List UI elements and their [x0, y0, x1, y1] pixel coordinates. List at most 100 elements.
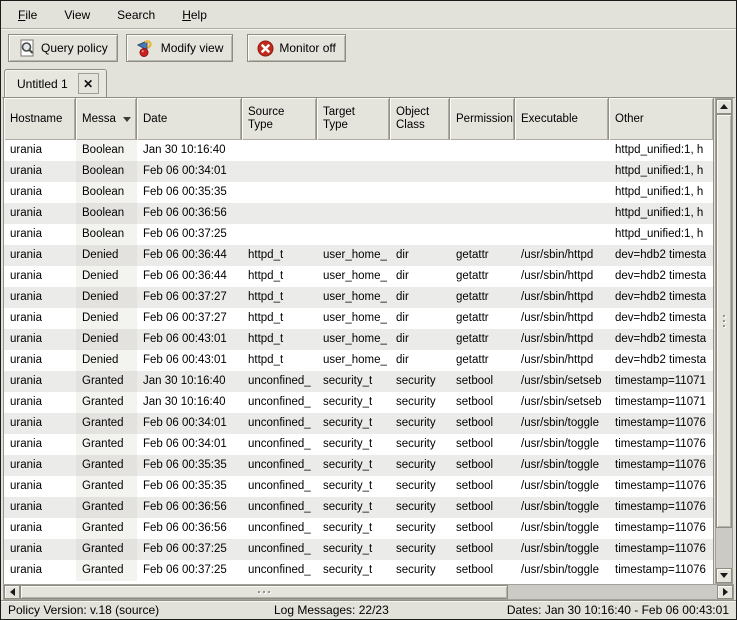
app-window: File View Search Help Query policy	[0, 0, 737, 620]
column-header-other[interactable]: Other	[609, 98, 713, 140]
cell-other: httpd_unified:1, h	[609, 140, 713, 161]
modify-view-button[interactable]: Modify view	[126, 34, 234, 62]
cell-executable: /usr/sbin/setseb	[515, 371, 609, 392]
cell-message: Granted	[76, 539, 137, 560]
policy-version-status: Policy Version: v.18 (source)	[8, 603, 159, 617]
column-header-source_type[interactable]: SourceType	[242, 98, 317, 140]
monitor-off-button[interactable]: Monitor off	[247, 34, 345, 62]
cell-permission: setbool	[450, 539, 515, 560]
cell-other: timestamp=11071	[609, 392, 713, 413]
horizontal-scroll-thumb[interactable]	[20, 585, 508, 599]
cell-message: Denied	[76, 245, 137, 266]
cell-date: Feb 06 00:35:35	[137, 476, 242, 497]
cell-object_class: security	[390, 413, 450, 434]
cell-permission: getattr	[450, 329, 515, 350]
cell-other: dev=hdb2 timesta	[609, 287, 713, 308]
table-row[interactable]: uraniaGrantedFeb 06 00:36:56unconfined_s…	[4, 497, 713, 518]
column-header-permission[interactable]: Permission	[450, 98, 515, 140]
table-row[interactable]: uraniaGrantedFeb 06 00:37:25unconfined_s…	[4, 539, 713, 560]
vertical-scrollbar[interactable]	[715, 98, 733, 584]
cell-source_type: unconfined_	[242, 371, 317, 392]
table-row[interactable]: uraniaGrantedFeb 06 00:37:25unconfined_s…	[4, 560, 713, 581]
table-row[interactable]: uraniaGrantedFeb 06 00:34:01unconfined_s…	[4, 434, 713, 455]
cell-object_class: security	[390, 371, 450, 392]
cell-other: timestamp=11076	[609, 434, 713, 455]
cell-permission: getattr	[450, 287, 515, 308]
table-row[interactable]: uraniaGrantedJan 30 10:16:40unconfined_s…	[4, 392, 713, 413]
cell-executable	[515, 224, 609, 245]
menu-help[interactable]: Help	[177, 6, 212, 24]
tab-untitled-1[interactable]: Untitled 1 ✕	[4, 69, 107, 97]
cell-other: timestamp=11076	[609, 560, 713, 581]
table-row[interactable]: uraniaDeniedFeb 06 00:37:27httpd_tuser_h…	[4, 287, 713, 308]
cell-date: Feb 06 00:37:25	[137, 539, 242, 560]
cell-source_type: unconfined_	[242, 476, 317, 497]
vertical-scroll-trough[interactable]	[716, 528, 732, 568]
cell-message: Granted	[76, 434, 137, 455]
table-row[interactable]: uraniaBooleanFeb 06 00:34:01httpd_unifie…	[4, 161, 713, 182]
table-row[interactable]: uraniaDeniedFeb 06 00:36:44httpd_tuser_h…	[4, 266, 713, 287]
scroll-right-button[interactable]	[717, 585, 733, 599]
cell-source_type: httpd_t	[242, 329, 317, 350]
cell-other: dev=hdb2 timesta	[609, 266, 713, 287]
sort-descending-icon	[123, 117, 131, 122]
cell-message: Granted	[76, 392, 137, 413]
table-row[interactable]: uraniaBooleanFeb 06 00:37:25httpd_unifie…	[4, 224, 713, 245]
cell-message: Boolean	[76, 224, 137, 245]
cell-target_type: security_t	[317, 560, 390, 581]
table-row[interactable]: uraniaBooleanFeb 06 00:35:35httpd_unifie…	[4, 182, 713, 203]
table-row[interactable]: uraniaDeniedFeb 06 00:37:27httpd_tuser_h…	[4, 308, 713, 329]
table-row[interactable]: uraniaBooleanFeb 06 00:36:56httpd_unifie…	[4, 203, 713, 224]
scroll-up-button[interactable]	[716, 99, 732, 114]
cell-target_type: security_t	[317, 455, 390, 476]
column-header-hostname[interactable]: Hostname	[4, 98, 76, 140]
cell-executable: /usr/sbin/toggle	[515, 497, 609, 518]
cell-other: dev=hdb2 timesta	[609, 329, 713, 350]
menu-file[interactable]: File	[13, 6, 42, 24]
cell-target_type	[317, 182, 390, 203]
column-header-target_type[interactable]: TargetType	[317, 98, 390, 140]
cell-message: Denied	[76, 350, 137, 371]
cell-other: httpd_unified:1, h	[609, 161, 713, 182]
table-row[interactable]: uraniaGrantedFeb 06 00:35:35unconfined_s…	[4, 455, 713, 476]
cell-target_type: user_home_	[317, 350, 390, 371]
column-header-object_class[interactable]: ObjectClass	[390, 98, 450, 140]
horizontal-scrollbar[interactable]	[3, 584, 734, 600]
menu-view[interactable]: View	[59, 6, 95, 24]
cell-permission: setbool	[450, 497, 515, 518]
cell-target_type	[317, 161, 390, 182]
monitor-off-icon	[257, 40, 274, 57]
vertical-scroll-thumb[interactable]	[716, 114, 732, 528]
scroll-left-button[interactable]	[4, 585, 20, 599]
column-header-date[interactable]: Date	[137, 98, 242, 140]
query-policy-button[interactable]: Query policy	[8, 34, 118, 62]
cell-target_type: user_home_	[317, 329, 390, 350]
cell-target_type: security_t	[317, 497, 390, 518]
table-row[interactable]: uraniaDeniedFeb 06 00:43:01httpd_tuser_h…	[4, 350, 713, 371]
cell-date: Feb 06 00:37:25	[137, 560, 242, 581]
horizontal-scroll-trough[interactable]	[508, 585, 717, 599]
tab-close-button[interactable]: ✕	[78, 73, 99, 94]
query-policy-icon	[18, 39, 36, 57]
cell-permission	[450, 161, 515, 182]
table-row[interactable]: uraniaGrantedJan 30 10:16:40unconfined_s…	[4, 371, 713, 392]
cell-date: Feb 06 00:36:56	[137, 203, 242, 224]
table-row[interactable]: uraniaGrantedFeb 06 00:34:01unconfined_s…	[4, 413, 713, 434]
table-row[interactable]: uraniaGrantedFeb 06 00:35:35unconfined_s…	[4, 476, 713, 497]
cell-hostname: urania	[4, 224, 76, 245]
table-row[interactable]: uraniaGrantedFeb 06 00:36:56unconfined_s…	[4, 518, 713, 539]
cell-other: dev=hdb2 timesta	[609, 350, 713, 371]
scroll-down-button[interactable]	[716, 568, 732, 583]
cell-hostname: urania	[4, 392, 76, 413]
cell-other: dev=hdb2 timesta	[609, 245, 713, 266]
cell-source_type: unconfined_	[242, 560, 317, 581]
menu-search[interactable]: Search	[112, 6, 160, 24]
table-row[interactable]: uraniaDeniedFeb 06 00:36:44httpd_tuser_h…	[4, 245, 713, 266]
table-row[interactable]: uraniaDeniedFeb 06 00:43:01httpd_tuser_h…	[4, 329, 713, 350]
cell-permission: setbool	[450, 560, 515, 581]
column-header-executable[interactable]: Executable	[515, 98, 609, 140]
cell-object_class: dir	[390, 266, 450, 287]
column-header-message[interactable]: Messa	[76, 98, 137, 140]
cell-executable: /usr/sbin/toggle	[515, 560, 609, 581]
table-row[interactable]: uraniaBooleanJan 30 10:16:40httpd_unifie…	[4, 140, 713, 161]
